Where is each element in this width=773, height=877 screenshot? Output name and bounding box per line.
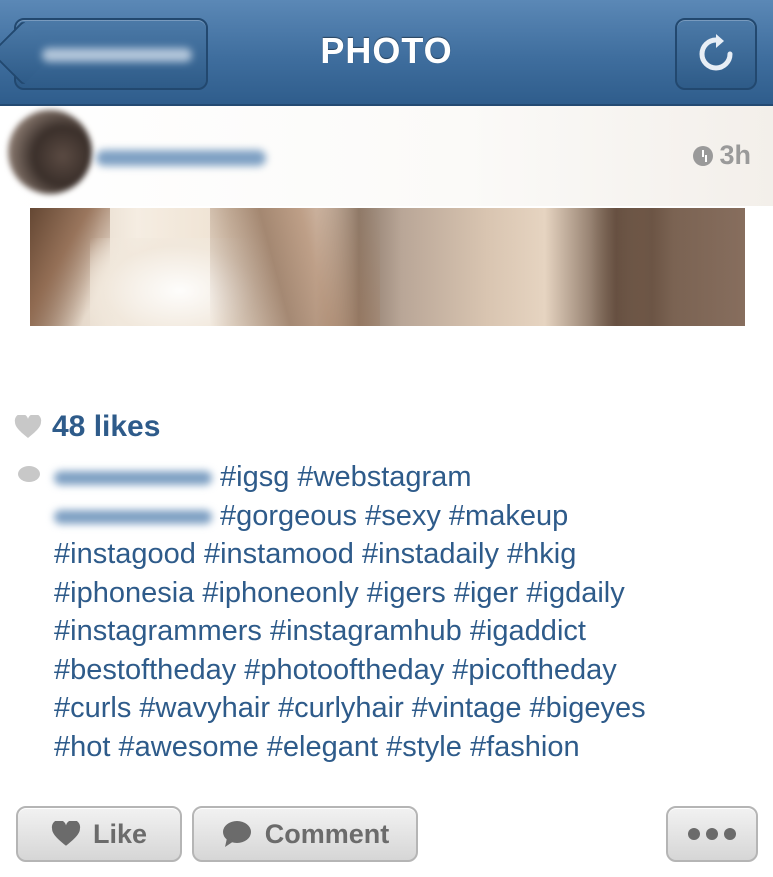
caption-line[interactable]: #bestoftheday #photooftheday #picoftheda… (54, 651, 766, 690)
caption-line[interactable]: #instagrammers #instagramhub #igaddict (54, 612, 766, 651)
time-ago: 3h (719, 140, 751, 170)
likes-row[interactable]: 48 likes (14, 410, 160, 444)
post-timestamp: 3h (693, 140, 751, 171)
caption-line[interactable]: #instagood #instamood #instadaily #hkig (54, 535, 766, 574)
comment-bubble-icon (18, 466, 40, 482)
username-blurred[interactable] (96, 150, 266, 166)
comment-bubble-icon (222, 821, 251, 847)
post-photo[interactable] (30, 208, 745, 326)
hashtags[interactable]: #igsg #webstagram (220, 461, 471, 493)
caption-line[interactable]: #curls #wavyhair #curlyhair #vintage #bi… (54, 689, 766, 728)
navigation-bar: PHOTO (0, 0, 773, 106)
page-title: PHOTO (320, 30, 453, 71)
heart-icon (14, 415, 42, 439)
caption-line[interactable]: #iphonesia #iphoneonly #igers #iger #igd… (54, 574, 766, 613)
commenter-name-blurred (54, 509, 212, 524)
clock-icon (693, 145, 714, 166)
refresh-icon (699, 34, 733, 71)
more-dots-icon (688, 828, 736, 840)
caption-text: #igsg #webstagram #gorgeous #sexy #makeu… (54, 458, 766, 766)
caption-line: #gorgeous #sexy #makeup (54, 497, 766, 536)
caption-line: #igsg #webstagram (54, 458, 766, 497)
photo-region (590, 208, 745, 326)
comment-button-label: Comment (264, 818, 390, 849)
likes-count[interactable]: 48 likes (52, 410, 160, 444)
commenter-name-blurred[interactable] (54, 471, 212, 486)
avatar[interactable] (8, 110, 92, 194)
refresh-button[interactable] (675, 18, 757, 90)
comment-button[interactable]: Comment (192, 806, 418, 862)
heart-icon (51, 821, 81, 846)
photo-region (210, 208, 380, 326)
like-button[interactable]: Like (16, 806, 182, 862)
caption-line[interactable]: #hot #awesome #elegant #style #fashion (54, 728, 766, 767)
more-options-button[interactable] (666, 806, 758, 862)
like-button-label: Like (92, 818, 148, 849)
hashtags[interactable]: #gorgeous #sexy #makeup (220, 500, 568, 532)
